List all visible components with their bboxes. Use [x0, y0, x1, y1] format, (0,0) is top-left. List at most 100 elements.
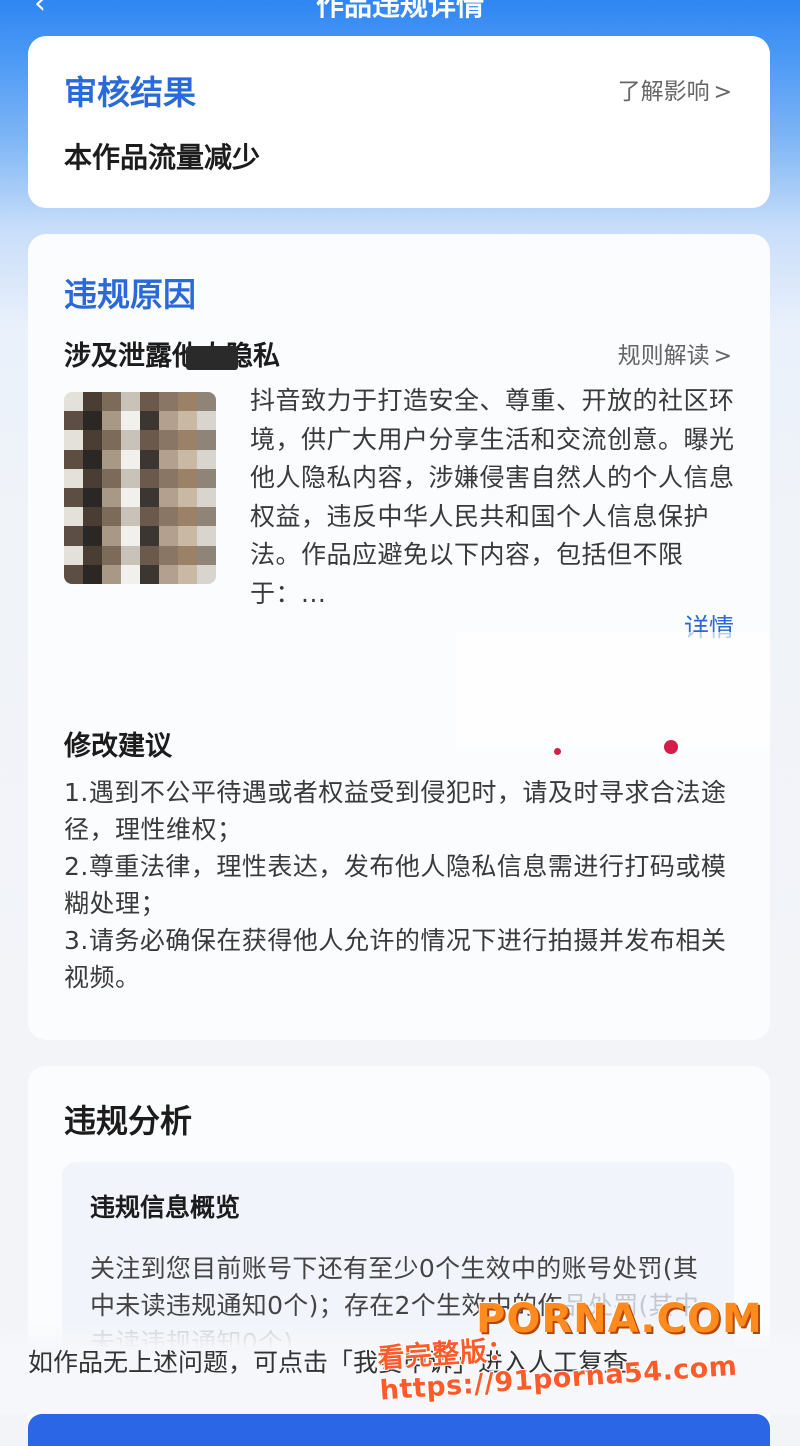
thumbnail-pixel	[178, 526, 197, 546]
thumbnail-pixel	[64, 564, 83, 584]
thumbnail-pixel	[102, 449, 121, 469]
red-dot	[664, 740, 678, 754]
thumbnail-pixel	[102, 526, 121, 546]
thumbnail-pixel	[83, 430, 102, 450]
violation-reason-card: 违规原因 涉及泄露他人隐私 规则解读 > 抖音致力于打造安全、尊重、开放的社区环境…	[28, 234, 770, 1040]
thumbnail-pixel	[83, 564, 102, 584]
learn-impact-label: 了解影响	[617, 79, 710, 105]
thumbnail-pixel	[159, 526, 178, 546]
violation-analysis-title: 违规分析	[64, 1102, 193, 1140]
thumbnail-pixel	[140, 507, 159, 527]
thumbnail-pixel	[121, 507, 140, 527]
violation-overview-title: 违规信息概览	[90, 1193, 241, 1222]
review-result-title: 审核结果	[64, 73, 196, 112]
thumbnail-pixel	[64, 411, 83, 431]
thumbnail-pixel	[64, 468, 83, 488]
thumbnail-pixel	[197, 430, 216, 450]
thumbnail-pixel	[83, 411, 102, 431]
video-thumbnail-pixelated[interactable]	[64, 392, 216, 584]
thumbnail-pixel	[121, 526, 140, 546]
thumbnail-pixel	[178, 392, 197, 412]
thumbnail-pixel	[159, 545, 178, 565]
thumbnail-pixel	[159, 564, 178, 584]
suggestion-list: 1.遇到不公平待遇或者权益受到侵犯时，请及时寻求合法途径，理性维权； 2.尊重法…	[64, 774, 744, 996]
thumbnail-pixel	[140, 545, 159, 565]
thumbnail-pixel	[140, 526, 159, 546]
thumbnail-pixel	[64, 392, 83, 412]
violation-reason-subtitle: 涉及泄露他人隐私	[64, 341, 280, 372]
thumbnail-pixel	[178, 564, 197, 584]
thumbnail-pixel	[64, 488, 83, 508]
rule-interpretation-link[interactable]: 规则解读 >	[618, 336, 732, 370]
thumbnail-pixel	[140, 468, 159, 488]
top-nav-bar: ‹ 作品违规详情	[0, 0, 800, 30]
rule-interpretation-label: 规则解读	[617, 343, 710, 369]
review-result-card: 审核结果 了解影响 > 本作品流量减少	[28, 36, 770, 208]
thumbnail-pixel	[197, 468, 216, 488]
thumbnail-pixel	[64, 545, 83, 565]
thumbnail-pixel	[102, 507, 121, 527]
thumbnail-pixel	[64, 449, 83, 469]
thumbnail-pixel	[102, 488, 121, 508]
page-title: 作品违规详情	[315, 0, 484, 22]
thumbnail-pixel	[159, 507, 178, 527]
thumbnail-pixel	[64, 430, 83, 450]
thumbnail-pixel	[140, 430, 159, 450]
thumbnail-pixel	[140, 449, 159, 469]
violation-reason-body: 抖音致力于打造安全、尊重、开放的社区环境，供广大用户分享生活和交流创意。曝光他人…	[250, 386, 735, 608]
thumbnail-pixel	[140, 411, 159, 431]
thumbnail-pixel	[121, 488, 140, 508]
chevron-right-icon: >	[713, 80, 732, 105]
thumbnail-pixel	[197, 411, 216, 431]
thumbnail-pixel	[159, 488, 178, 508]
thumbnail-pixel	[83, 545, 102, 565]
chevron-right-icon: >	[713, 344, 732, 369]
review-result-text: 本作品流量减少	[64, 141, 261, 174]
thumbnail-pixel	[178, 411, 197, 431]
suggestion-item: 2.尊重法律，理性表达，发布他人隐私信息需进行打码或模糊处理；	[64, 852, 727, 918]
suggestion-item: 1.遇到不公平待遇或者权益受到侵犯时，请及时寻求合法途径，理性维权；	[64, 778, 727, 844]
suggestion-item: 3.请务必确保在获得他人允许的情况下进行拍摄并发布相关视频。	[64, 926, 727, 992]
thumbnail-pixel	[159, 430, 178, 450]
thumbnail-pixel	[83, 468, 102, 488]
learn-impact-link[interactable]: 了解影响 >	[618, 72, 732, 106]
thumbnail-pixel	[197, 449, 216, 469]
thumbnail-pixel	[102, 468, 121, 488]
thumbnail-pixel	[197, 507, 216, 527]
thumbnail-pixel	[121, 392, 140, 412]
thumbnail-pixel	[159, 411, 178, 431]
thumbnail-pixel	[159, 392, 178, 412]
thumbnail-pixel	[102, 411, 121, 431]
thumbnail-pixel	[102, 430, 121, 450]
red-dot	[554, 748, 561, 755]
thumbnail-pixel	[197, 488, 216, 508]
thumbnail-pixel	[178, 430, 197, 450]
thumbnail-pixel	[178, 449, 197, 469]
thumbnail-pixel	[102, 392, 121, 412]
thumbnail-pixel	[102, 564, 121, 584]
thumbnail-pixel	[197, 545, 216, 565]
thumbnail-pixel	[159, 468, 178, 488]
thumbnail-pixel	[83, 392, 102, 412]
thumbnail-pixel	[83, 449, 102, 469]
thumbnail-pixel	[121, 411, 140, 431]
thumbnail-pixel	[197, 392, 216, 412]
thumbnail-pixel	[178, 468, 197, 488]
thumbnail-pixel	[121, 449, 140, 469]
thumbnail-pixel	[197, 526, 216, 546]
thumbnail-pixel	[197, 564, 216, 584]
thumbnail-pixel	[83, 526, 102, 546]
thumbnail-pixel	[64, 507, 83, 527]
redaction-bar	[186, 346, 238, 370]
thumbnail-pixel	[121, 545, 140, 565]
thumbnail-pixel	[178, 545, 197, 565]
thumbnail-pixel	[121, 468, 140, 488]
appeal-button[interactable]	[28, 1414, 770, 1446]
thumbnail-pixel	[159, 449, 178, 469]
thumbnail-pixel	[64, 526, 83, 546]
thumbnail-pixel	[121, 564, 140, 584]
violation-reason-title: 违规原因	[64, 275, 196, 314]
thumbnail-pixel	[178, 507, 197, 527]
thumbnail-pixel	[102, 545, 121, 565]
thumbnail-pixel	[121, 430, 140, 450]
